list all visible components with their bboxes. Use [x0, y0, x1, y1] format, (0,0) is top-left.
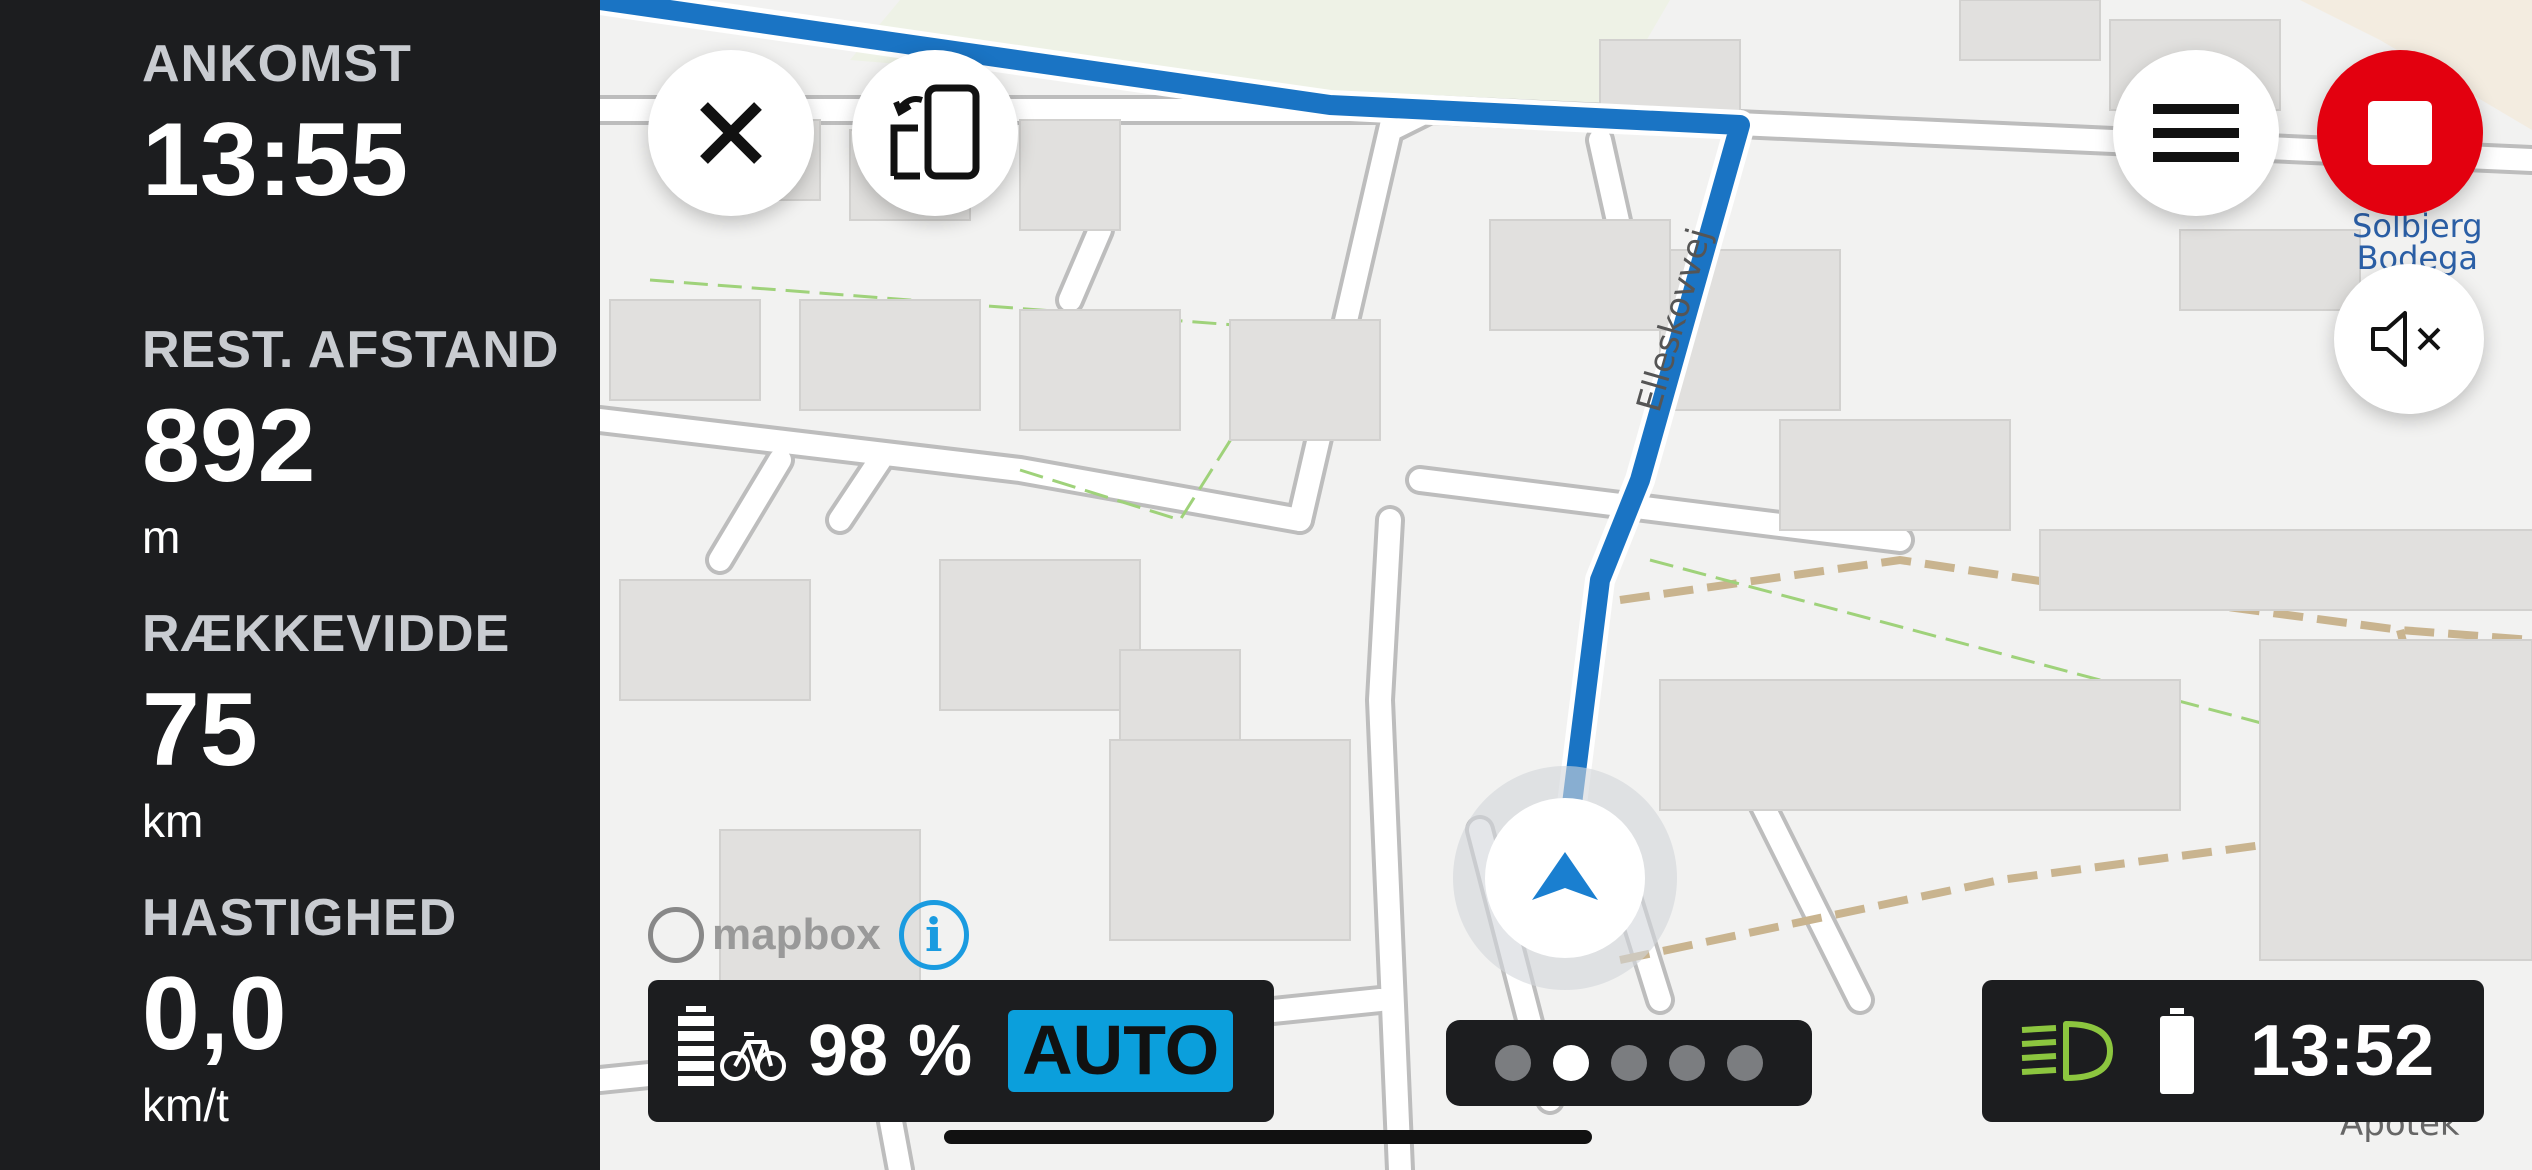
light-battery-clock-bar: 13:52 — [1982, 980, 2484, 1122]
remaining-distance-label: REST. AFSTAND — [142, 321, 560, 379]
mapbox-logo-icon — [648, 907, 704, 963]
range-label: RÆKKEVIDDE — [142, 605, 511, 663]
mute-button[interactable] — [2334, 264, 2484, 414]
close-button[interactable] — [648, 50, 814, 216]
close-icon — [700, 102, 762, 164]
phone-switch-button[interactable] — [852, 50, 1018, 216]
remaining-distance-unit: m — [142, 511, 181, 563]
remaining-distance-stat: REST. AFSTAND 892 m — [142, 320, 559, 564]
page-dot[interactable] — [1495, 1045, 1531, 1081]
stop-icon — [2368, 101, 2432, 165]
page-indicator[interactable] — [1446, 1020, 1812, 1106]
battery-full-icon — [2160, 1008, 2194, 1094]
arrival-value: 13:55 — [142, 102, 408, 218]
page-dot[interactable] — [1727, 1045, 1763, 1081]
battery-level-icon — [678, 1006, 714, 1086]
trip-stats-panel: ANKOMST 13:55 REST. AFSTAND 892 m RÆKKEV… — [0, 0, 600, 1170]
hamburger-menu-icon — [2153, 104, 2239, 162]
home-indicator[interactable] — [944, 1130, 1592, 1144]
battery-percentage: 98 % — [808, 1011, 973, 1091]
page-dot[interactable] — [1553, 1045, 1589, 1081]
range-stat: RÆKKEVIDDE 75 km — [142, 604, 510, 848]
info-icon[interactable]: i — [898, 900, 969, 970]
bicycle-icon — [720, 1032, 786, 1081]
assist-mode-badge[interactable]: AUTO — [1008, 1010, 1234, 1092]
page-dot[interactable] — [1611, 1045, 1647, 1081]
mapbox-wordmark: mapbox — [712, 910, 881, 959]
remaining-distance-value: 892 — [142, 388, 316, 504]
speed-unit: km/t — [142, 1079, 229, 1131]
stop-navigation-button[interactable] — [2317, 50, 2483, 216]
current-position-marker — [1453, 766, 1677, 990]
map-attribution[interactable]: mapbox i — [648, 900, 969, 970]
arrival-stat: ANKOMST 13:55 — [142, 34, 412, 212]
page-dot[interactable] — [1669, 1045, 1705, 1081]
headlight-icon[interactable] — [2018, 1016, 2118, 1086]
poi-label-line1: Solbjerg — [2352, 207, 2483, 245]
speed-value: 0,0 — [142, 956, 287, 1072]
speed-label: HASTIGHED — [142, 889, 458, 947]
range-unit: km — [142, 795, 204, 847]
current-time: 13:52 — [2250, 1011, 2435, 1091]
ebike-status-bar: 98 % AUTO — [648, 980, 1274, 1122]
arrival-label: ANKOMST — [142, 35, 412, 93]
speed-stat: HASTIGHED 0,0 km/t — [142, 888, 457, 1132]
range-value: 75 — [142, 672, 258, 788]
menu-button[interactable] — [2113, 50, 2279, 216]
phone-switch-icon — [890, 84, 980, 180]
speaker-muted-icon — [2371, 311, 2441, 367]
